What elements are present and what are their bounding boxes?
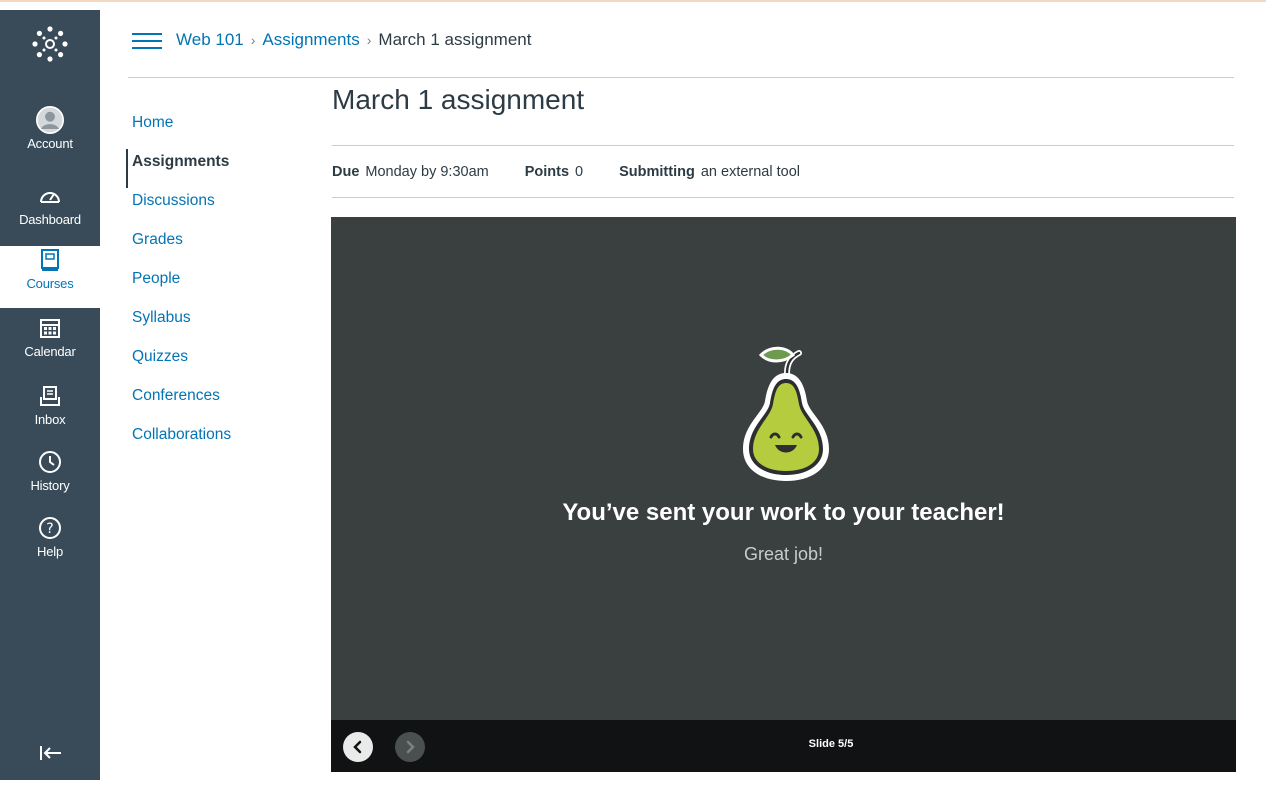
courses-icon bbox=[36, 246, 64, 274]
submitting-label: Submitting bbox=[619, 163, 695, 180]
breadcrumb-course-link[interactable]: Web 101 bbox=[176, 30, 244, 50]
nav-item-history[interactable]: History bbox=[0, 448, 100, 508]
pear-mascot-icon bbox=[731, 339, 841, 484]
course-nav-people[interactable]: People bbox=[126, 266, 306, 305]
global-navigation: Account Dashboard Courses Calendar Inbox… bbox=[0, 10, 100, 780]
external-tool-frame: You’ve sent your work to your teacher! G… bbox=[331, 217, 1236, 772]
nav-item-inbox[interactable]: Inbox bbox=[0, 382, 100, 442]
due-label: Due bbox=[332, 163, 360, 180]
course-nav-syllabus[interactable]: Syllabus bbox=[126, 305, 306, 344]
nav-label-history: History bbox=[30, 478, 70, 493]
history-icon bbox=[36, 448, 64, 476]
avatar-icon bbox=[36, 106, 64, 134]
slide-counter: Slide 5/5 bbox=[808, 738, 854, 750]
course-nav-quizzes[interactable]: Quizzes bbox=[126, 344, 306, 383]
submission-sub-message: Great job! bbox=[743, 544, 824, 564]
course-nav-home[interactable]: Home bbox=[126, 110, 306, 149]
page-header: Web 101 › Assignments › March 1 assignme… bbox=[128, 24, 1234, 78]
course-nav-collaborations[interactable]: Collaborations bbox=[126, 422, 306, 461]
course-nav-grades[interactable]: Grades bbox=[126, 227, 306, 266]
nav-item-calendar[interactable]: Calendar bbox=[0, 314, 100, 374]
breadcrumb-separator-icon: › bbox=[366, 32, 372, 48]
points-value: 0 bbox=[575, 163, 584, 180]
breadcrumb-separator-icon: › bbox=[250, 32, 256, 48]
due-value: Monday by 9:30am bbox=[365, 163, 489, 180]
svg-text:?: ? bbox=[46, 521, 53, 537]
previous-slide-button[interactable] bbox=[343, 732, 373, 762]
nav-label-inbox: Inbox bbox=[34, 412, 66, 427]
nav-item-account[interactable]: Account bbox=[0, 106, 100, 166]
dashboard-icon bbox=[36, 182, 64, 210]
nav-label-courses: Courses bbox=[26, 276, 74, 291]
help-icon: ? bbox=[36, 514, 64, 542]
nav-label-calendar: Calendar bbox=[24, 344, 76, 359]
page-title: March 1 assignment bbox=[332, 84, 585, 115]
course-nav-assignments[interactable]: Assignments bbox=[126, 149, 306, 188]
breadcrumb: Web 101 › Assignments › March 1 assignme… bbox=[176, 30, 531, 50]
inbox-icon bbox=[36, 382, 64, 410]
collapse-nav-icon[interactable] bbox=[36, 738, 66, 768]
slide-control-bar: Slide 5/5 bbox=[331, 720, 1236, 772]
nav-item-dashboard[interactable]: Dashboard bbox=[0, 182, 100, 242]
nav-label-dashboard: Dashboard bbox=[19, 212, 81, 227]
course-nav-discussions[interactable]: Discussions bbox=[126, 188, 306, 227]
next-slide-button[interactable] bbox=[395, 732, 425, 762]
nav-item-help[interactable]: ? Help bbox=[0, 514, 100, 574]
calendar-icon bbox=[36, 314, 64, 342]
chevron-right-icon bbox=[406, 740, 415, 754]
nav-item-courses[interactable]: Courses bbox=[0, 246, 100, 308]
course-nav-conferences[interactable]: Conferences bbox=[126, 383, 306, 422]
top-strip bbox=[0, 0, 1266, 10]
hamburger-menu-icon[interactable] bbox=[132, 28, 162, 52]
submission-confirmation-message: You’ve sent your work to your teacher! bbox=[562, 499, 1005, 526]
breadcrumb-current: March 1 assignment bbox=[378, 30, 532, 49]
canvas-logo-icon[interactable] bbox=[30, 24, 70, 64]
nav-label-account: Account bbox=[27, 136, 73, 151]
submitting-value: an external tool bbox=[700, 163, 800, 180]
course-navigation: Home Assignments Discussions Grades Peop… bbox=[126, 110, 306, 461]
nav-label-help: Help bbox=[37, 544, 63, 559]
assignment-details: Due Monday by 9:30am Points 0 Submitting… bbox=[332, 145, 1234, 198]
points-label: Points bbox=[524, 163, 570, 180]
breadcrumb-assignments-link[interactable]: Assignments bbox=[262, 30, 359, 50]
chevron-left-icon bbox=[353, 740, 362, 754]
